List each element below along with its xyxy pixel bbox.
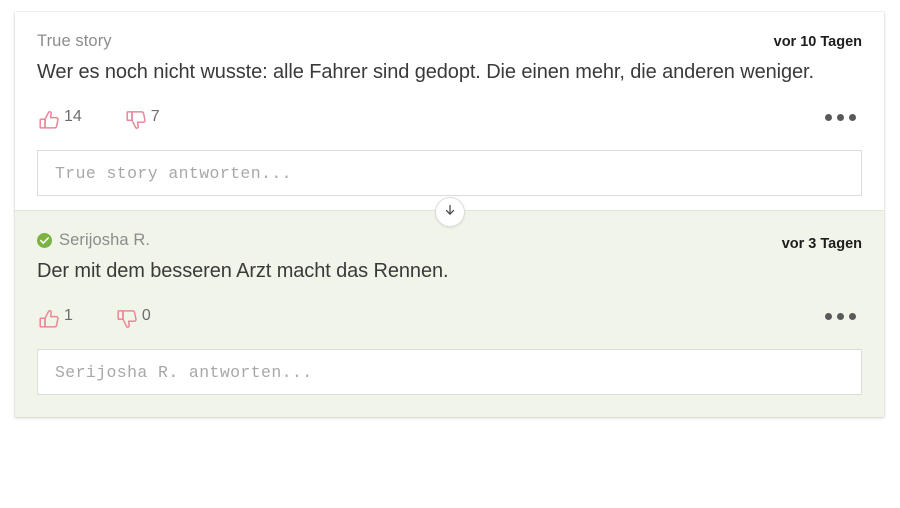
comment-actions: 14 7 <box>37 106 862 136</box>
thumbs-up-icon <box>37 307 63 333</box>
thumbs-up-icon <box>37 108 63 134</box>
comment-header: Serijosha R. vor 3 Tagen <box>37 231 862 253</box>
downvote-button[interactable]: 0 <box>115 307 151 333</box>
upvote-count: 1 <box>64 307 73 324</box>
comment-author-wrap: Serijosha R. <box>37 231 150 250</box>
comment-actions: 1 0 <box>37 305 862 335</box>
downvote-count: 0 <box>141 307 151 324</box>
comment-text: Der mit dem besseren Arzt macht das Renn… <box>37 260 449 282</box>
more-dot <box>825 114 832 121</box>
reply-input-placeholder: True story antworten... <box>55 163 292 183</box>
comment-item: Serijosha R. vor 3 Tagen Der mit dem bes… <box>15 197 884 417</box>
upvote-button[interactable]: 14 <box>37 108 82 134</box>
more-dot <box>837 114 844 121</box>
upvote-count: 14 <box>64 108 82 125</box>
comment-item: True story vor 10 Tagen Wer es noch nich… <box>15 12 884 210</box>
arrow-down-icon <box>443 203 457 222</box>
more-options-button[interactable] <box>821 110 860 125</box>
verified-check-icon <box>37 233 52 248</box>
thumbs-down-icon <box>124 108 150 134</box>
comments-page: True story vor 10 Tagen Wer es noch nich… <box>0 0 900 508</box>
scroll-down-button[interactable] <box>434 197 465 227</box>
comment-thread-card: True story vor 10 Tagen Wer es noch nich… <box>15 12 884 417</box>
more-dot <box>849 313 856 320</box>
upvote-button[interactable]: 1 <box>37 307 73 333</box>
downvote-button[interactable]: 7 <box>124 108 160 134</box>
reply-input[interactable]: Serijosha R. antworten... <box>37 349 862 395</box>
comment-header: True story vor 10 Tagen <box>37 32 862 54</box>
comment-author-name: Serijosha R. <box>59 231 151 249</box>
reply-input-placeholder: Serijosha R. antworten... <box>55 362 313 382</box>
reply-input[interactable]: True story antworten... <box>37 150 862 196</box>
comment-timestamp: vor 10 Tagen <box>773 34 862 50</box>
downvote-count: 7 <box>150 108 160 125</box>
more-dot <box>849 114 856 121</box>
more-dot <box>837 313 844 320</box>
comment-text: Wer es noch nicht wusste: alle Fahrer si… <box>37 61 814 83</box>
comment-author-name: True story <box>37 32 112 50</box>
more-options-button[interactable] <box>821 309 860 324</box>
thumbs-down-icon <box>115 307 141 333</box>
comment-timestamp: vor 3 Tagen <box>781 236 862 252</box>
comment-author-wrap: True story <box>37 32 112 51</box>
more-dot <box>825 313 832 320</box>
